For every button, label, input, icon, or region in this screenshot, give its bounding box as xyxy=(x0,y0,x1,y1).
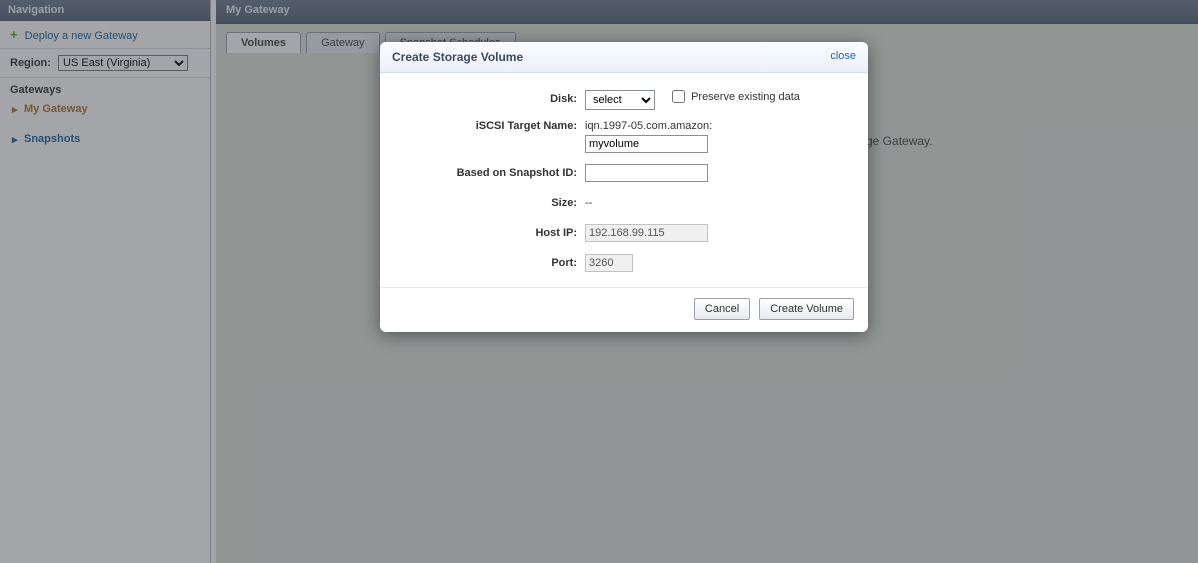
iscsi-prefix: iqn.1997-05.com.amazon: xyxy=(585,120,846,132)
port-input xyxy=(585,254,633,272)
hostip-input xyxy=(585,224,708,242)
close-link[interactable]: close xyxy=(830,50,856,62)
snapshot-id-input[interactable] xyxy=(585,164,708,182)
iscsi-label: iSCSI Target Name: xyxy=(402,120,585,132)
modal-footer: Cancel Create Volume xyxy=(380,287,868,332)
snapshot-id-label: Based on Snapshot ID: xyxy=(402,167,585,179)
preserve-data-label: Preserve existing data xyxy=(691,91,800,103)
preserve-data-checkbox[interactable] xyxy=(672,90,685,103)
size-label: Size: xyxy=(402,197,585,209)
modal-header: Create Storage Volume close xyxy=(380,42,868,73)
iscsi-name-input[interactable] xyxy=(585,135,708,153)
hostip-label: Host IP: xyxy=(402,227,585,239)
port-label: Port: xyxy=(402,257,585,269)
disk-select[interactable]: select xyxy=(585,90,655,110)
modal-title: Create Storage Volume xyxy=(392,50,523,64)
create-volume-modal: Create Storage Volume close Disk: select… xyxy=(380,42,868,332)
size-value: -- xyxy=(585,197,846,209)
disk-label: Disk: xyxy=(402,93,585,105)
create-volume-button[interactable]: Create Volume xyxy=(759,298,854,320)
cancel-button[interactable]: Cancel xyxy=(694,298,750,320)
